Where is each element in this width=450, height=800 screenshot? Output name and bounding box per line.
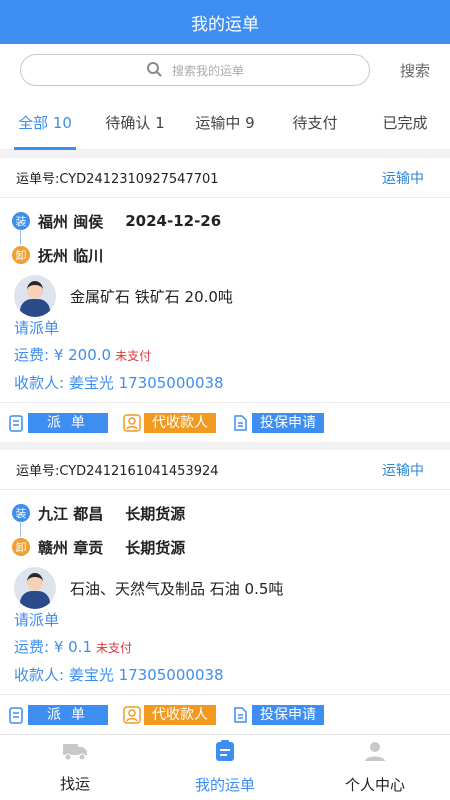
nav-profile[interactable]: 个人中心: [300, 735, 450, 800]
tab-all[interactable]: 全部 10: [0, 96, 90, 150]
nav-label: 我的运单: [194, 776, 255, 794]
insurance-button[interactable]: 投保申请: [230, 412, 324, 434]
request-dispatch-link[interactable]: 请派单: [0, 316, 450, 340]
search-button[interactable]: 搜索: [370, 60, 430, 81]
clipboard-icon: [6, 705, 26, 725]
unload-badge: 卸: [12, 538, 30, 556]
load-place: 福州 闽侯: [38, 212, 104, 231]
avatar: [14, 275, 56, 317]
dispatch-button[interactable]: 派单: [6, 412, 108, 434]
route-connector: [20, 229, 21, 245]
order-header: 运单号:CYD2412161041453924 运输中: [0, 450, 450, 490]
payee: 收款人: 姜宝光 17305000038: [14, 374, 224, 392]
unload-place: 赣州 章贡: [38, 538, 104, 557]
order-status: 运输中: [382, 170, 424, 187]
nav-my-orders[interactable]: 我的运单: [150, 735, 300, 800]
truck-icon: [62, 741, 88, 765]
load-badge: 装: [12, 212, 30, 230]
order-number: 运单号:CYD2412161041453924: [16, 464, 219, 479]
route: 装 福州 闽侯 2024-12-26 卸 抚州 临川: [0, 198, 450, 272]
top-bar: 我的运单: [0, 0, 450, 44]
tab-completed[interactable]: 已完成: [360, 96, 450, 150]
order-actions: 派单 代收款人 投保申请: [0, 694, 450, 734]
status-tabs: 全部 10 待确认 1 运输中 9 待支付 已完成: [0, 96, 450, 150]
avatar: [14, 567, 56, 609]
order-status: 运输中: [382, 462, 424, 479]
document-icon: [215, 740, 235, 766]
load-date: 2024-12-26: [125, 212, 222, 230]
fee-amount: 运费: ¥ 200.0: [14, 346, 112, 364]
payee: 收款人: 姜宝光 17305000038: [14, 666, 224, 684]
unload-row: 卸 赣州 章贡 长期货源: [12, 530, 438, 564]
order-card[interactable]: 运单号:CYD2412161041453924 运输中 装 九江 都昌 长期货源…: [0, 450, 450, 734]
nav-find-freight[interactable]: 找运: [0, 735, 150, 800]
load-place: 九江 都昌: [38, 504, 104, 523]
user-icon: [122, 413, 142, 433]
freight-fee: 运费: ¥ 200.0 未支付: [0, 340, 450, 370]
route-connector: [20, 521, 21, 537]
order-actions: 派单 代收款人 投保申请: [0, 402, 450, 442]
insurance-button[interactable]: 投保申请: [230, 704, 324, 726]
search-placeholder: 搜索我的运单: [171, 63, 244, 78]
freight-fee: 运费: ¥ 0.1 未支付: [0, 632, 450, 662]
collect-payee-label: 代收款人: [144, 704, 216, 725]
collect-payee-button[interactable]: 代收款人: [122, 412, 216, 434]
user-icon: [122, 705, 142, 725]
document-edit-icon: [230, 413, 250, 433]
tab-pending-confirm[interactable]: 待确认 1: [90, 96, 180, 150]
insurance-button-label: 投保申请: [252, 704, 324, 725]
order-header: 运单号:CYD2412310927547701 运输中: [0, 158, 450, 198]
bottom-nav: 找运 我的运单 个人中心: [0, 734, 450, 800]
collect-payee-label: 代收款人: [144, 412, 216, 433]
collect-payee-button[interactable]: 代收款人: [122, 704, 216, 726]
search-icon: [146, 61, 162, 80]
request-dispatch-link[interactable]: 请派单: [0, 608, 450, 632]
load-row: 装 福州 闽侯 2024-12-26: [12, 204, 438, 238]
load-row: 装 九江 都昌 长期货源: [12, 496, 438, 530]
load-extra: 长期货源: [125, 504, 186, 523]
fee-status: 未支付: [96, 641, 133, 655]
unload-badge: 卸: [12, 246, 30, 264]
search-input[interactable]: 搜索我的运单: [20, 54, 370, 86]
tab-pending-payment[interactable]: 待支付: [270, 96, 360, 150]
document-edit-icon: [230, 705, 250, 725]
goods-row: 石油、天然气及制品 石油 0.5吨: [0, 564, 450, 609]
load-badge: 装: [12, 504, 30, 522]
unload-extra: 长期货源: [125, 538, 186, 557]
dispatch-button-label: 派单: [28, 412, 108, 433]
nav-label: 个人中心: [344, 776, 405, 794]
clipboard-icon: [6, 413, 26, 433]
fee-amount: 运费: ¥ 0.1: [14, 638, 92, 656]
dispatch-button-label: 派单: [28, 704, 108, 725]
person-icon: [364, 740, 386, 766]
goods-description: 金属矿石 铁矿石 20.0吨: [70, 287, 233, 306]
tab-in-transit[interactable]: 运输中 9: [180, 96, 270, 150]
route: 装 九江 都昌 长期货源 卸 赣州 章贡 长期货源: [0, 490, 450, 564]
search-row: 搜索我的运单 搜索: [0, 44, 450, 96]
goods-row: 金属矿石 铁矿石 20.0吨: [0, 272, 450, 317]
nav-label: 找运: [59, 775, 90, 793]
order-number: 运单号:CYD2412310927547701: [16, 172, 219, 187]
insurance-button-label: 投保申请: [252, 412, 324, 433]
fee-status: 未支付: [115, 349, 152, 363]
page-title: 我的运单: [191, 14, 259, 35]
dispatch-button[interactable]: 派单: [6, 704, 108, 726]
unload-row: 卸 抚州 临川: [12, 238, 438, 272]
unload-place: 抚州 临川: [38, 246, 104, 265]
order-card[interactable]: 运单号:CYD2412310927547701 运输中 装 福州 闽侯 2024…: [0, 158, 450, 442]
goods-description: 石油、天然气及制品 石油 0.5吨: [70, 579, 284, 598]
